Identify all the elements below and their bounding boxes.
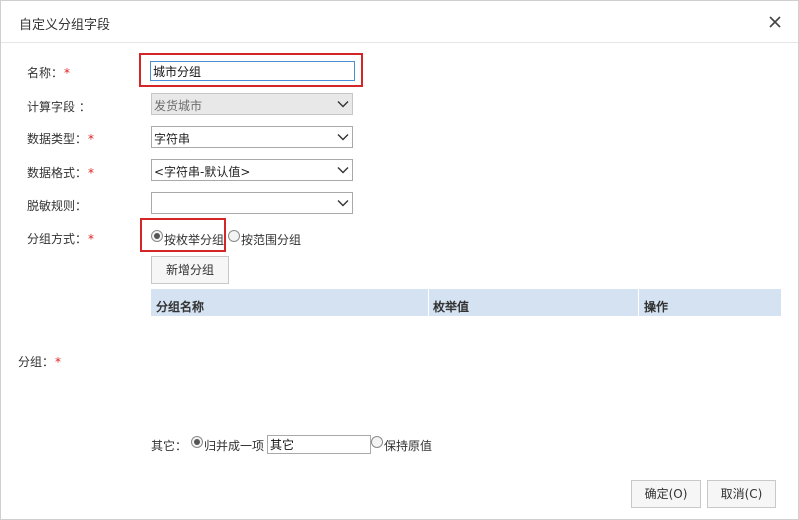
calc-field-label: 计算字段 ：: [27, 100, 91, 114]
group-mode-highlight-box: [140, 218, 226, 252]
group-label: 分组：*: [18, 355, 62, 369]
radio-keep-original-label[interactable]: 保持原值: [384, 437, 432, 454]
close-icon[interactable]: [765, 12, 785, 32]
cancel-button[interactable]: 取消(C): [707, 480, 776, 508]
column-header-actions: 操作: [644, 300, 669, 314]
add-group-button[interactable]: 新增分组: [151, 256, 229, 284]
name-label: 名称：*: [27, 66, 71, 80]
radio-merge-one-label[interactable]: 归并成一项: [204, 437, 264, 454]
other-merge-input[interactable]: [267, 435, 371, 454]
required-mark: *: [88, 132, 95, 146]
required-mark: *: [55, 355, 62, 369]
required-mark: *: [88, 166, 95, 180]
column-header-enum-values: 枚举值: [433, 300, 470, 314]
dialog-titlebar: 自定义分组字段: [1, 1, 798, 43]
calc-field-select: 发货城市: [151, 93, 353, 115]
column-divider: [428, 289, 429, 316]
calc-field-value: 发货城市: [154, 99, 203, 113]
required-mark: *: [88, 232, 95, 246]
data-format-value: <字符串-默认值>: [154, 165, 251, 179]
dialog-title: 自定义分组字段: [19, 18, 111, 33]
mask-rule-label: 脱敏规则：: [27, 199, 88, 213]
data-type-label: 数据类型：*: [27, 132, 95, 146]
name-highlight-box: [139, 53, 363, 87]
data-format-select[interactable]: <字符串-默认值>: [151, 159, 353, 181]
mask-rule-select[interactable]: [151, 192, 353, 214]
other-label: 其它：: [151, 439, 188, 453]
radio-range-group-label[interactable]: 按范围分组: [241, 231, 301, 248]
radio-merge-one[interactable]: [191, 436, 203, 448]
chevron-down-icon: [337, 167, 349, 174]
required-mark: *: [64, 66, 71, 80]
ok-button[interactable]: 确定(O): [631, 480, 701, 508]
chevron-down-icon: [337, 200, 349, 207]
chevron-down-icon: [337, 134, 349, 141]
group-table-header: 分组名称 枚举值 操作: [151, 289, 781, 316]
data-type-value: 字符串: [154, 132, 191, 146]
custom-group-field-dialog: 自定义分组字段 名称：* 计算字段 ： 发货城市 数据类型：* 字符串 数据格式…: [0, 0, 799, 520]
column-divider: [638, 289, 639, 316]
column-header-group-name: 分组名称: [156, 300, 205, 314]
data-type-select[interactable]: 字符串: [151, 126, 353, 148]
chevron-down-icon: [337, 101, 349, 108]
radio-keep-original[interactable]: [371, 436, 383, 448]
radio-range-group[interactable]: [228, 230, 240, 242]
data-format-label: 数据格式：*: [27, 166, 95, 180]
group-mode-label: 分组方式：*: [27, 232, 95, 246]
